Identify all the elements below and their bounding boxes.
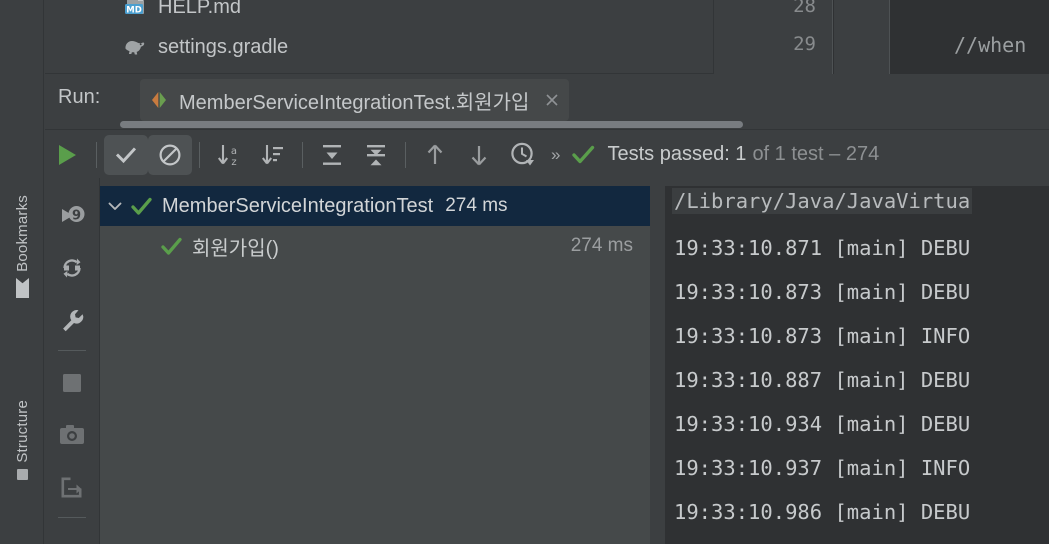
test-status-bar: Tests passed: 1 of 1 test – 274 (571, 142, 879, 167)
collapse-all-icon (367, 144, 385, 165)
panel-splitter[interactable] (650, 186, 665, 544)
previous-failed-test-button[interactable] (413, 135, 457, 175)
test-duration: 274 ms (570, 235, 633, 256)
editor-area: 28 29 //when (714, 0, 1049, 74)
console-line: 19:33:10.871 [main] DEBU (674, 236, 971, 260)
test-tree-row-class[interactable]: MemberServiceIntegrationTest 274 ms (100, 186, 650, 226)
rerun-failed-tests-button[interactable]: 9 (50, 190, 94, 242)
console-line: 19:33:10.873 [main] INFO (674, 324, 971, 348)
bookmark-icon (16, 278, 29, 298)
tab-horizontal-scrollbar[interactable] (120, 119, 745, 129)
bookmarks-label: Bookmarks (13, 195, 31, 272)
toolbar-separator (96, 141, 97, 168)
clock-history-icon (511, 142, 534, 165)
test-results-tree: MemberServiceIntegrationTest 274 ms 회원가입… (100, 186, 650, 544)
sort-by-duration-button[interactable] (251, 135, 295, 175)
expand-all-icon (323, 144, 341, 165)
toolbar-divider (57, 350, 86, 351)
svg-text:a: a (231, 146, 237, 157)
editor-gutter[interactable]: 28 29 (714, 0, 833, 74)
stop-square-icon (62, 374, 81, 392)
left-tool-strip: Bookmarks Structure (0, 0, 44, 544)
markdown-file-icon: MD (123, 0, 149, 19)
rerun-9-icon: 9 (61, 206, 84, 224)
editor-fold-gutter[interactable] (834, 0, 890, 74)
test-class-name: MemberServiceIntegrationTest (162, 194, 434, 217)
scrollbar-thumb[interactable] (120, 121, 743, 128)
toolbar-separator-4 (405, 141, 406, 168)
screenshot-button[interactable] (50, 409, 94, 461)
console-line: 19:33:10.934 [main] DEBU (674, 412, 971, 436)
check-icon (115, 146, 137, 163)
console-line: 19:33:10.873 [main] DEBU (674, 280, 971, 304)
svg-text:z: z (231, 157, 236, 168)
run-side-toolbar: 9 (44, 178, 100, 544)
sidebar-item-structure[interactable]: Structure (0, 400, 44, 480)
console-line: 19:33:10.986 [main] DEBU (674, 500, 971, 524)
file-name: HELP.md (158, 0, 242, 18)
arrow-down-icon (471, 145, 487, 165)
collapse-all-button[interactable] (354, 135, 398, 175)
file-name: settings.gradle (158, 35, 289, 58)
check-icon (571, 142, 596, 167)
file-tree-item-settings-gradle[interactable]: settings.gradle (45, 30, 288, 64)
svg-text:9: 9 (71, 209, 80, 224)
test-settings-button[interactable] (50, 294, 94, 346)
export-test-results-button[interactable] (50, 461, 94, 513)
check-icon (160, 235, 183, 258)
line-number: 29 (793, 33, 816, 55)
console-line: 19:33:10.937 [main] INFO (674, 456, 971, 480)
run-configuration-icon (148, 89, 170, 111)
toolbar-divider-2 (57, 517, 86, 518)
run-tool-window-header: Run: MemberServiceIntegrationTest.회원가입 (45, 74, 1049, 130)
chevron-down-icon[interactable] (100, 197, 130, 215)
sort-duration-icon (261, 144, 283, 164)
structure-icon (16, 468, 28, 480)
test-console-output[interactable]: /Library/Java/JavaVirtua 19:33:10.871 [m… (665, 186, 1049, 544)
run-label: Run: (58, 86, 101, 108)
expand-all-button[interactable] (310, 135, 354, 175)
show-passed-toggle[interactable] (104, 134, 148, 175)
close-icon[interactable] (543, 91, 561, 109)
test-tree-row-method[interactable]: 회원가입() 274 ms (100, 226, 650, 266)
tests-total-text: of 1 test – 274 (752, 143, 880, 165)
sort-alphabetical-icon: a z (217, 144, 237, 168)
toolbar-overflow-button[interactable]: » (545, 145, 565, 165)
gradle-elephant-icon (123, 35, 149, 59)
console-line: 19:33:10.887 [main] DEBU (674, 368, 971, 392)
project-file-tree: MD HELP.md settings.gradle (45, 0, 714, 74)
console-line: /Library/Java/JavaVirtua (672, 188, 973, 214)
ignored-circle-icon (159, 144, 181, 165)
test-history-button[interactable] (501, 135, 545, 175)
rerun-automatically-button[interactable] (50, 242, 94, 294)
next-failed-test-button[interactable] (457, 135, 501, 175)
structure-label: Structure (13, 400, 31, 463)
arrow-up-icon (427, 144, 443, 164)
run-tab-title: MemberServiceIntegrationTest.회원가입 (179, 91, 530, 114)
toolbar-separator-2 (199, 141, 200, 168)
sort-alphabetically-button[interactable]: a z (207, 135, 251, 175)
tests-passed-text: Tests passed: 1 (607, 143, 747, 165)
rerun-loop-icon (62, 258, 81, 278)
play-icon (59, 144, 76, 165)
test-duration: 274 ms (445, 195, 508, 216)
stop-button[interactable] (50, 357, 94, 409)
file-tree-item-help-md[interactable]: MD HELP.md (45, 0, 241, 24)
code-line: //when (954, 33, 1027, 57)
test-runner-toolbar: a z » Tests passed: 1 of 1 test – 274 (45, 131, 1049, 178)
show-ignored-toggle[interactable] (148, 134, 192, 175)
sidebar-item-bookmarks[interactable]: Bookmarks (0, 195, 44, 298)
export-icon (61, 477, 82, 497)
line-number: 28 (793, 0, 816, 17)
svg-text:MD: MD (126, 5, 142, 15)
run-tab[interactable]: MemberServiceIntegrationTest.회원가입 (140, 79, 570, 121)
test-method-name: 회원가입() (192, 237, 279, 260)
rerun-button[interactable] (45, 135, 89, 175)
camera-icon (59, 425, 84, 444)
wrench-icon (62, 309, 83, 332)
toolbar-separator-3 (302, 141, 303, 168)
check-icon (130, 195, 153, 218)
ide-window: Bookmarks Structure 9 MD HELP.md setting… (0, 0, 1049, 544)
